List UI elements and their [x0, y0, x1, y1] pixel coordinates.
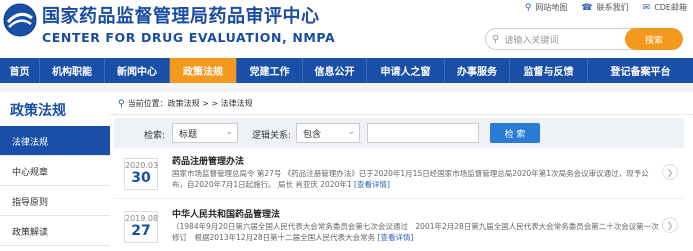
- breadcrumb: ⚲ 当前位置：政策法规 > > 法律法规: [118, 98, 253, 109]
- nav-item-party[interactable]: 党建工作: [237, 58, 303, 83]
- date-year-month: 2020.03: [125, 161, 159, 170]
- contact-link[interactable]: ☎ 联系我们: [581, 2, 628, 13]
- view-details-link[interactable]: [查看详情]: [378, 233, 414, 242]
- nav-item-registration[interactable]: 登记备案平台: [588, 58, 693, 83]
- sitemap-link-label: 网站地图: [535, 3, 568, 12]
- search-placeholder: 请输入关键词: [504, 35, 559, 46]
- nav-item-disclosure[interactable]: 信息公开: [303, 58, 367, 83]
- view-details-link[interactable]: [查看详情]: [354, 180, 390, 189]
- item-title[interactable]: 中华人民共和国药品管理法: [172, 207, 280, 220]
- sidebar-item-guidelines[interactable]: 指导原则: [0, 188, 110, 216]
- search-button[interactable]: 搜索: [625, 28, 683, 50]
- date-badge: 2019.08 27: [124, 211, 158, 243]
- sidebar-item-interpretation[interactable]: 政策解读: [0, 218, 110, 246]
- sidebar-item-regulations[interactable]: 中心规章: [0, 158, 110, 186]
- chevron-down-icon: ⌄: [347, 127, 355, 137]
- nav-item-news[interactable]: 新闻中心: [105, 58, 170, 83]
- nav-item-services[interactable]: 办事服务: [445, 58, 510, 83]
- filter-search-label: 检索:: [144, 131, 166, 141]
- phone-icon: ☎: [581, 2, 593, 13]
- item-description-text: （1984年9月20日第六届全国人民代表大会常务委员会第七次会议通过 2001年…: [172, 222, 659, 242]
- chevron-down-icon: ⌄: [225, 127, 233, 137]
- search-filter-bar: 检索: 标题 ⌄ 逻辑关系: 包含 ⌄ 检 索: [114, 118, 684, 148]
- keyword-input[interactable]: [367, 123, 479, 143]
- item-description: 国家市场监督管理总局令 第27号 《药品注册管理办法》已于2020年1月15日经…: [172, 168, 662, 190]
- header: 国家药品监督管理局药品审评中心 CENTER FOR DRUG EVALUATI…: [0, 0, 693, 58]
- filter-logic-label: 逻辑关系:: [252, 131, 292, 141]
- logic-select[interactable]: 包含 ⌄: [296, 123, 360, 143]
- search-input[interactable]: ⚲ 请输入关键词: [485, 28, 635, 50]
- breadcrumb-text: 当前位置：政策法规 > > 法律法规: [127, 99, 253, 108]
- nav-item-applicant[interactable]: 申请人之窗: [367, 58, 445, 83]
- field-select[interactable]: 标题 ⌄: [172, 123, 238, 143]
- item-description: （1984年9月20日第六届全国人民代表大会常务委员会第七次会议通过 2001年…: [172, 221, 662, 243]
- date-year-month: 2019.08: [125, 214, 159, 223]
- sidebar-title: 政策法规: [10, 103, 66, 119]
- cde-logo-icon[interactable]: [3, 3, 37, 37]
- chevron-right-icon[interactable]: ❯: [662, 217, 678, 233]
- contact-link-label: 联系我们: [596, 3, 629, 12]
- date-badge: 2020.03 30: [124, 158, 158, 190]
- date-day: 30: [131, 170, 151, 186]
- nav-item-feedback[interactable]: 监督与反馈: [510, 58, 588, 83]
- nav-item-policy[interactable]: 政策法规: [170, 58, 237, 83]
- breadcrumb-divider: [110, 114, 693, 115]
- main-content: ⚲ 当前位置：政策法规 > > 法律法规 检索: 标题 ⌄ 逻辑关系: 包含 ⌄…: [110, 92, 693, 251]
- chevron-right-icon[interactable]: ❯: [662, 164, 678, 180]
- site-search: ⚲ 请输入关键词 搜索: [485, 28, 683, 50]
- cde-mail-link[interactable]: ✉ CDE邮箱: [643, 2, 687, 13]
- list-divider: [114, 198, 684, 199]
- logic-select-value: 包含: [303, 129, 322, 140]
- main-nav: 首页 机构职能 新闻中心 政策法规 党建工作 信息公开 申请人之窗 办事服务 监…: [0, 58, 693, 83]
- map-pin-icon: ⚲: [524, 2, 532, 13]
- field-select-value: 标题: [179, 129, 198, 140]
- location-icon: ⚲: [118, 98, 125, 109]
- top-links: ⚲ 网站地图 ☎ 联系我们 ✉ CDE邮箱: [525, 2, 687, 13]
- item-title[interactable]: 药品注册管理办法: [172, 154, 244, 167]
- sidebar-item-laws[interactable]: 法律法规: [0, 128, 110, 156]
- sitemap-link[interactable]: ⚲ 网站地图: [525, 2, 568, 13]
- search-icon: ⚲: [492, 33, 500, 45]
- cde-mail-link-label: CDE邮箱: [654, 3, 687, 12]
- sidebar: 政策法规 法律法规 中心规章 指导原则 政策解读: [0, 92, 110, 251]
- nav-item-home[interactable]: 首页: [0, 58, 40, 83]
- date-day: 27: [131, 223, 151, 239]
- nav-item-functions[interactable]: 机构职能: [40, 58, 105, 83]
- site-title-cn[interactable]: 国家药品监督管理局药品审评中心: [42, 2, 320, 28]
- site-title-en: CENTER FOR DRUG EVALUATION, NMPA: [42, 30, 336, 45]
- item-description-text: 国家市场监督管理总局令 第27号 《药品注册管理办法》已于2020年1月15日经…: [172, 169, 649, 189]
- mail-icon: ✉: [642, 2, 651, 13]
- filter-search-button[interactable]: 检 索: [490, 123, 540, 143]
